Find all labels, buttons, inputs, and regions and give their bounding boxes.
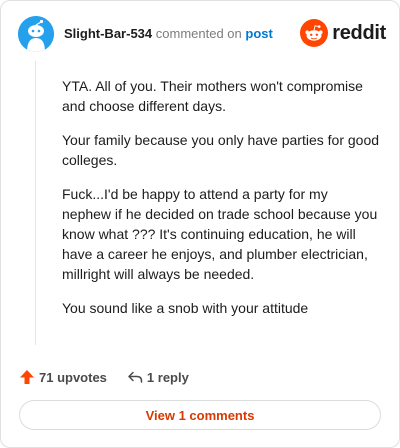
- commented-on-text: commented on: [155, 26, 242, 41]
- comment-meta: Slight-Bar-534 commented on post: [64, 26, 273, 42]
- upvote-count: 71 upvotes: [39, 369, 107, 385]
- thread-line: [35, 61, 36, 345]
- reply-button[interactable]: 1 reply: [127, 369, 189, 385]
- view-comments-button[interactable]: View 1 comments: [19, 400, 381, 430]
- upvote-button[interactable]: 71 upvotes: [19, 369, 107, 385]
- comment-paragraph: Fuck...I'd be happy to attend a party fo…: [62, 186, 378, 282]
- comment-card: Slight-Bar-534 commented on post reddit …: [0, 0, 400, 448]
- post-link[interactable]: post: [245, 26, 272, 41]
- comment-paragraph: You sound like a snob with your attitude: [62, 300, 309, 316]
- reddit-brand[interactable]: reddit: [300, 18, 386, 48]
- comment-paragraph: YTA. All of you. Their mothers won't com…: [62, 78, 363, 114]
- reply-arrow-icon: [128, 371, 143, 383]
- reply-count: 1 reply: [146, 369, 189, 385]
- brand-wordmark: reddit: [332, 21, 386, 44]
- comment-header: Slight-Bar-534 commented on post reddit: [18, 16, 386, 52]
- upvote-arrow-icon: [20, 370, 34, 384]
- username[interactable]: Slight-Bar-534: [64, 26, 152, 41]
- comment-paragraph: Your family because you only have partie…: [62, 132, 380, 168]
- comment-actions: 71 upvotes 1 reply: [19, 367, 209, 387]
- snoo-avatar-icon[interactable]: [18, 16, 54, 52]
- comment-body: YTA. All of you. Their mothers won't com…: [62, 76, 380, 332]
- reddit-logo-icon: [300, 19, 329, 47]
